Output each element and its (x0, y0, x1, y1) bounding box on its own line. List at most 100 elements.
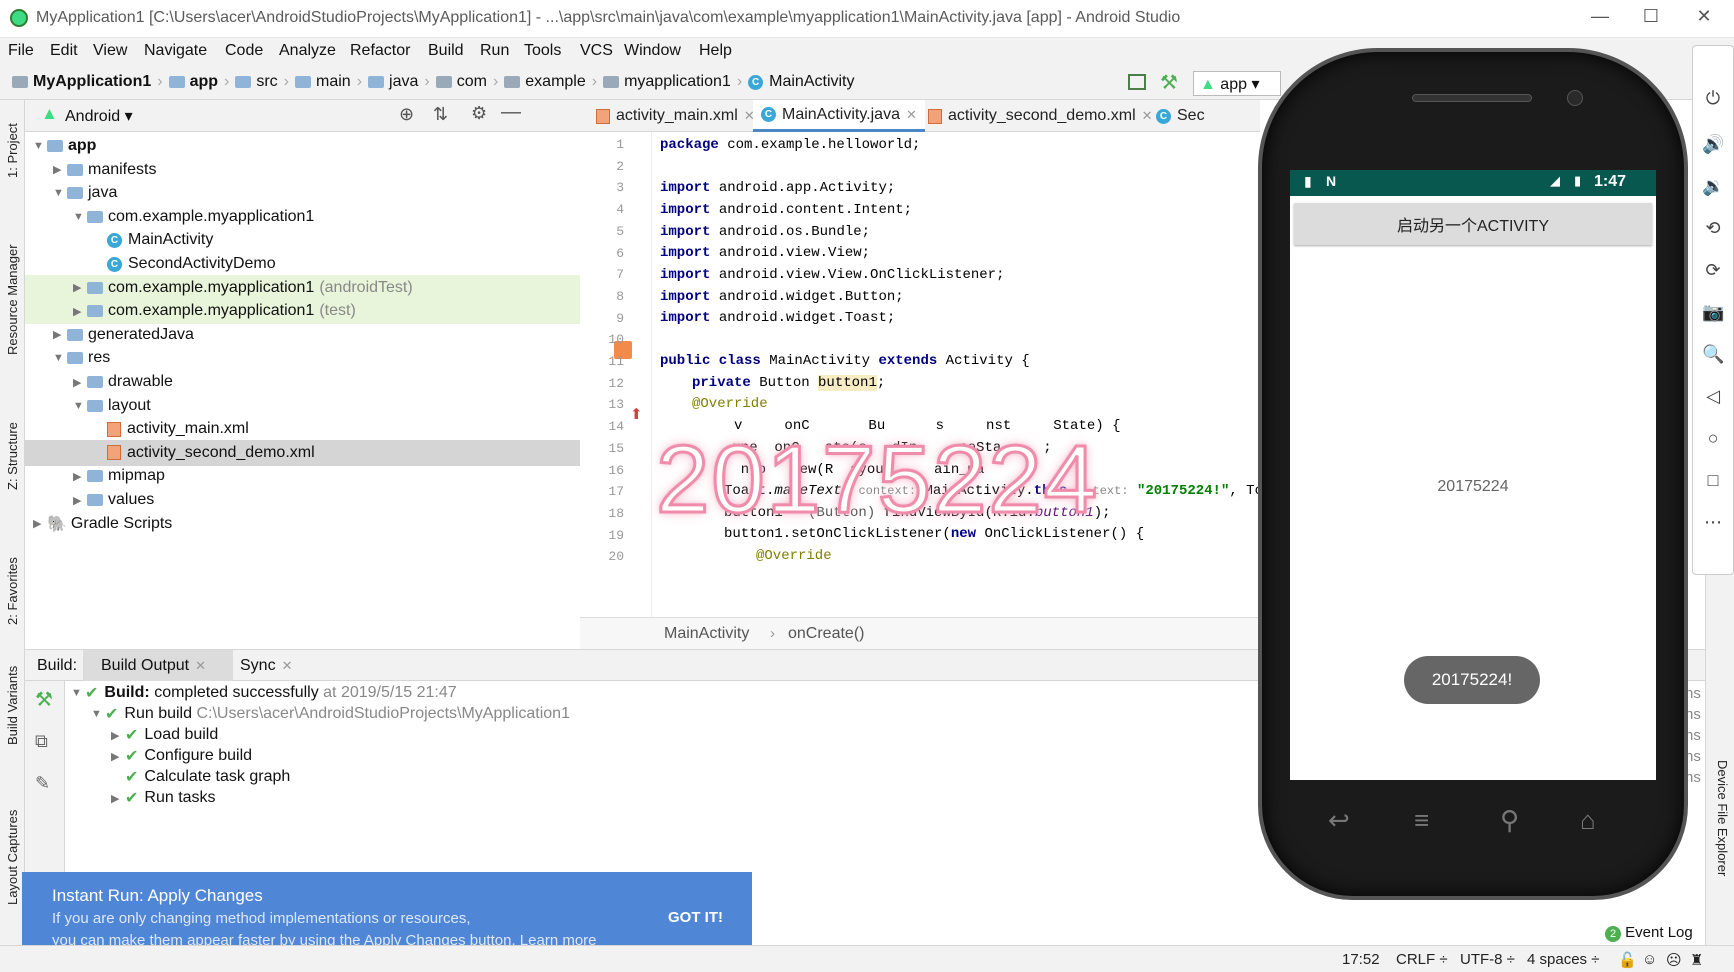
tree-item[interactable]: ▼ layout (25, 393, 580, 419)
breadcrumb-main[interactable]: main (316, 73, 351, 91)
overview-icon[interactable]: □ (1702, 470, 1724, 492)
inspector-icon[interactable]: ♜ (1690, 951, 1703, 969)
device-back-icon[interactable]: ↩ (1328, 805, 1350, 836)
collapse-arrow-icon[interactable]: ▶ (53, 328, 67, 341)
build-step-row[interactable]: ▶ ✔ Run tasks (111, 788, 216, 808)
build-step-row[interactable]: ▶ ✔ Load build (111, 725, 218, 745)
tree-item[interactable]: ▶ manifests (25, 157, 580, 183)
expand-arrow-icon[interactable]: ▼ (33, 140, 47, 152)
tree-item[interactable]: ▶ com.example.myapplication1 (test) (25, 298, 580, 325)
breadcrumb-com[interactable]: com (457, 73, 487, 91)
happy-face-icon[interactable]: ☺ (1642, 951, 1657, 968)
tool-window-resource-manager[interactable]: Resource Manager (5, 244, 20, 355)
power-icon[interactable]: ⏻ (1702, 88, 1724, 110)
menu-help[interactable]: Help (699, 42, 732, 60)
lock-icon[interactable]: 🔓 (1618, 951, 1637, 969)
build-status-row[interactable]: ▼ ✔ Build: completed successfully at 2019… (71, 683, 457, 703)
collapse-arrow-icon[interactable]: ▶ (53, 163, 67, 176)
build-step-row[interactable]: ▶ ✔ Configure build (111, 746, 252, 766)
indent-select[interactable]: 4 spaces ÷ (1527, 951, 1599, 968)
breadcrumb-src[interactable]: src (256, 73, 277, 91)
collapse-arrow-icon[interactable]: ▶ (33, 517, 47, 530)
collapse-arrow-icon[interactable]: ▶ (73, 494, 87, 507)
tab-activity-second-demo-xml[interactable]: activity_second_demo.xml ✕ (920, 100, 1161, 132)
line-separator-select[interactable]: CRLF ÷ (1396, 951, 1448, 968)
tree-item[interactable]: ▶ com.example.myapplication1 (androidTest) (25, 274, 580, 301)
breadcrumb-package[interactable]: myapplication1 (624, 73, 731, 91)
tool-window-project[interactable]: 1: Project (5, 123, 20, 178)
pin-icon[interactable]: ✎ (35, 773, 50, 794)
tree-item[interactable]: C SecondActivityDemo (25, 251, 580, 277)
tool-window-layout-captures[interactable]: Layout Captures (5, 810, 20, 905)
tree-item[interactable]: C MainActivity (25, 227, 580, 253)
tab-activity-main-xml[interactable]: activity_main.xml ✕ (588, 100, 763, 132)
menu-navigate[interactable]: Navigate (144, 42, 207, 60)
tree-item[interactable]: ▼ java (25, 180, 580, 206)
menu-vcs[interactable]: VCS (580, 42, 613, 60)
close-tab-icon[interactable]: ✕ (906, 107, 917, 123)
tree-item[interactable]: ▼ app (25, 133, 580, 159)
collapse-arrow-icon[interactable]: ▶ (73, 376, 87, 389)
caret-position[interactable]: 17:52 (1342, 951, 1380, 968)
tool-window-device-file-explorer[interactable]: Device File Explorer (1715, 760, 1730, 876)
close-window-button[interactable]: ✕ (1693, 6, 1715, 28)
collapse-arrow-icon[interactable]: ▶ (73, 470, 87, 483)
hammer-build-icon[interactable]: ⚒ (1160, 70, 1178, 95)
menu-file[interactable]: File (8, 42, 34, 60)
tab-sync[interactable]: Sync ✕ (240, 657, 292, 675)
menu-view[interactable]: View (93, 42, 127, 60)
toggle-view-icon[interactable]: ⧉ (35, 731, 48, 752)
project-view-selector[interactable]: Android ▾ (65, 106, 133, 126)
collapse-arrow-icon[interactable]: ▶ (73, 281, 87, 294)
breadcrumb-project[interactable]: MyApplication1 (33, 73, 151, 91)
minimize-button[interactable]: — (1589, 6, 1611, 28)
breadcrumb-class[interactable]: MainActivity (769, 73, 854, 91)
expand-arrow-icon[interactable]: ▼ (53, 187, 67, 199)
home-icon[interactable]: ○ (1702, 428, 1724, 450)
build-step-row[interactable]: ✔ Calculate task graph (111, 767, 290, 787)
tab-second-activity[interactable]: C Sec (1148, 100, 1213, 132)
tab-build-output[interactable]: Build Output ✕ (101, 657, 206, 675)
tool-window-favorites[interactable]: 2: Favorites (5, 557, 20, 625)
menu-edit[interactable]: Edit (50, 42, 78, 60)
tree-item[interactable]: ▶ mipmap (25, 463, 580, 489)
tree-item[interactable]: activity_second_demo.xml (25, 439, 580, 466)
locate-icon[interactable]: ⊕ (399, 104, 414, 125)
collapse-all-icon[interactable]: ⇅ (433, 104, 448, 125)
menu-analyze[interactable]: Analyze (279, 42, 336, 60)
volume-down-icon[interactable]: 🔉 (1702, 176, 1724, 198)
menu-tools[interactable]: Tools (524, 42, 561, 60)
volume-up-icon[interactable]: 🔊 (1702, 134, 1724, 156)
tree-item[interactable]: ▶ 🐘 Gradle Scripts (25, 511, 580, 537)
tree-item[interactable]: ▶ drawable (25, 369, 580, 395)
run-build-row[interactable]: ▼ ✔ Run build C:\Users\acer\AndroidStudio… (91, 704, 570, 724)
breadcrumb-app[interactable]: app (190, 73, 218, 91)
tree-item[interactable]: ▼ com.example.myapplication1 (25, 204, 580, 230)
footer-method[interactable]: onCreate() (788, 625, 864, 643)
expand-arrow-icon[interactable]: ▼ (73, 211, 87, 223)
layout-icon[interactable] (1128, 74, 1146, 90)
more-icon[interactable]: ⋯ (1702, 512, 1724, 534)
menu-code[interactable]: Code (225, 42, 263, 60)
tree-item[interactable]: ▶ generatedJava (25, 322, 580, 348)
hammer-build-icon[interactable]: ⚒ (35, 687, 53, 712)
maximize-button[interactable]: ☐ (1640, 6, 1662, 28)
tab-main-activity-java[interactable]: C MainActivity.java ✕ (753, 100, 925, 132)
footer-class[interactable]: MainActivity (664, 625, 749, 643)
camera-icon[interactable]: 📷 (1702, 302, 1724, 324)
got-it-button[interactable]: GOT IT! (668, 909, 723, 926)
run-config-select[interactable]: ▲ app ▾ (1193, 71, 1281, 96)
device-home-icon[interactable]: ⌂ (1580, 805, 1596, 836)
device-menu-icon[interactable]: ≡ (1414, 805, 1429, 836)
breadcrumb-java[interactable]: java (389, 73, 418, 91)
zoom-icon[interactable]: 🔍 (1702, 344, 1724, 366)
tree-item[interactable]: activity_main.xml (25, 416, 580, 442)
device-search-icon[interactable]: ⚲ (1500, 805, 1519, 836)
rotate-right-icon[interactable]: ⟳ (1702, 260, 1724, 282)
rotate-left-icon[interactable]: ⟲ (1702, 218, 1724, 240)
collapse-arrow-icon[interactable]: ▶ (73, 305, 87, 318)
start-activity-button[interactable]: 启动另一个ACTIVITY (1294, 203, 1652, 245)
hide-panel-icon[interactable]: — (501, 101, 521, 124)
tree-item[interactable]: ▼ res (25, 345, 580, 371)
override-method-icon[interactable]: ⬆ (630, 405, 643, 423)
